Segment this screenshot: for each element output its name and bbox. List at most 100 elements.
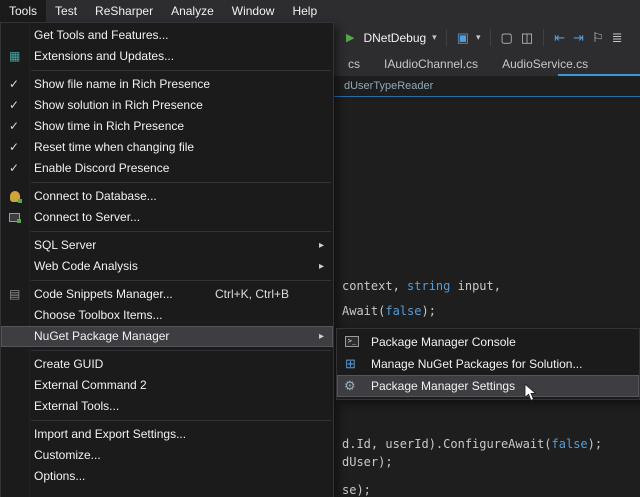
server-icon	[9, 213, 20, 222]
menu-item-label: Create GUID	[34, 357, 103, 371]
toolbar-separator	[543, 29, 544, 46]
menu-item-nuget-package-manager[interactable]: NuGet Package Manager ▸	[1, 326, 333, 347]
toolbar-separator	[446, 29, 447, 46]
menubar-item-window[interactable]: Window	[223, 0, 284, 22]
menu-item-label: Code Snippets Manager...	[34, 287, 173, 301]
menu-item-label: External Command 2	[34, 378, 147, 392]
menu-item-label: Package Manager Console	[371, 335, 516, 349]
menu-item-enable-discord-presence[interactable]: ✓ Enable Discord Presence	[1, 158, 333, 179]
menubar-item-help[interactable]: Help	[283, 0, 326, 22]
menu-item-create-guid[interactable]: Create GUID	[1, 354, 333, 375]
menubar-item-analyze[interactable]: Analyze	[162, 0, 223, 22]
menu-bar: Tools Test ReSharper Analyze Window Help	[0, 0, 640, 22]
menubar-item-tools[interactable]: Tools	[0, 0, 46, 22]
task-list-icon[interactable]: ≣	[612, 28, 623, 48]
code-keyword: false	[552, 437, 588, 451]
menu-item-label: Reset time when changing file	[34, 140, 194, 154]
menubar-item-resharper[interactable]: ReSharper	[86, 0, 162, 22]
menu-item-web-code-analysis[interactable]: Web Code Analysis ▸	[1, 256, 333, 277]
split-window-icon[interactable]: ◫	[521, 28, 533, 48]
menu-item-extensions-and-updates[interactable]: ▦ Extensions and Updates...	[1, 46, 333, 67]
chevron-down-icon[interactable]: ▾	[432, 32, 437, 43]
menu-item-label: Import and Export Settings...	[34, 427, 186, 441]
menu-item-label: NuGet Package Manager	[34, 329, 169, 343]
breadcrumb[interactable]: dUserTypeReader	[344, 76, 433, 96]
menu-item-label: SQL Server	[34, 238, 96, 252]
tab-iaudiochannel[interactable]: IAudioChannel.cs	[372, 53, 490, 76]
menu-separator	[31, 420, 331, 421]
menu-item-label: Show solution in Rich Presence	[34, 98, 203, 112]
nuget-submenu: >_ Package Manager Console ⊞ Manage NuGe…	[336, 328, 640, 400]
submenu-item-package-manager-settings[interactable]: ⚙ Package Manager Settings	[337, 375, 639, 397]
menu-item-external-command-2[interactable]: External Command 2	[1, 375, 333, 396]
submenu-item-manage-nuget-packages-for-solution[interactable]: ⊞ Manage NuGet Packages for Solution...	[337, 353, 639, 375]
menu-item-show-solution-in-rich-presence[interactable]: ✓ Show solution in Rich Presence	[1, 95, 333, 116]
menu-item-reset-time-when-changing-file[interactable]: ✓ Reset time when changing file	[1, 137, 333, 158]
snippets-icon: ▤	[9, 284, 20, 305]
console-icon: >_	[345, 336, 359, 347]
menu-item-label: Web Code Analysis	[34, 259, 138, 273]
extensions-icon: ▦	[9, 46, 20, 67]
menu-item-external-tools[interactable]: External Tools...	[1, 396, 333, 417]
chevron-down-icon[interactable]: ▾	[476, 32, 481, 43]
tab-partial[interactable]: cs	[336, 53, 372, 76]
indent-increase-icon[interactable]: ⇥	[573, 28, 584, 48]
code-text: Await(	[342, 304, 385, 318]
menubar-item-test[interactable]: Test	[46, 0, 86, 22]
code-text: );	[588, 437, 602, 451]
submenu-item-package-manager-console[interactable]: >_ Package Manager Console	[337, 331, 639, 353]
attach-icon[interactable]: ▣	[457, 28, 469, 48]
code-line: dUser);	[342, 455, 393, 469]
gear-icon: ⚙	[344, 375, 356, 397]
menu-item-choose-toolbox-items[interactable]: Choose Toolbox Items...	[1, 305, 333, 326]
code-text: d.Id, userId).ConfigureAwait(	[342, 437, 552, 451]
tools-menu: Get Tools and Features... ▦ Extensions a…	[0, 22, 334, 497]
code-line: Await(false);	[342, 304, 436, 318]
database-icon	[10, 191, 20, 202]
menu-item-show-time-in-rich-presence[interactable]: ✓ Show time in Rich Presence	[1, 116, 333, 137]
menu-item-connect-to-server[interactable]: Connect to Server...	[1, 207, 333, 228]
menu-item-label: Show file name in Rich Presence	[34, 77, 210, 91]
indent-decrease-icon[interactable]: ⇤	[554, 28, 565, 48]
menu-separator	[31, 70, 331, 71]
menu-item-label: Extensions and Updates...	[34, 49, 174, 63]
menu-item-sql-server[interactable]: SQL Server ▸	[1, 235, 333, 256]
menu-item-label: Choose Toolbox Items...	[34, 308, 163, 322]
check-icon: ✓	[9, 116, 19, 137]
menu-separator	[31, 350, 331, 351]
menu-item-label: Manage NuGet Packages for Solution...	[371, 357, 582, 371]
code-text: );	[421, 304, 435, 318]
packages-icon: ⊞	[345, 353, 356, 375]
bookmark-icon[interactable]: ⚐	[592, 28, 604, 48]
menu-item-options[interactable]: Options...	[1, 466, 333, 487]
tab-audioservice[interactable]: AudioService.cs	[490, 53, 600, 76]
menu-item-label: Package Manager Settings	[371, 379, 515, 393]
menu-item-show-file-name-in-rich-presence[interactable]: ✓ Show file name in Rich Presence	[1, 74, 333, 95]
menu-item-label: External Tools...	[34, 399, 119, 413]
menu-separator	[31, 231, 331, 232]
chevron-right-icon: ▸	[319, 326, 324, 347]
code-text: context,	[342, 279, 407, 293]
code-text: dUser);	[342, 455, 393, 469]
vs-window: Tools Test ReSharper Analyze Window Help…	[0, 0, 640, 497]
menu-item-import-and-export-settings[interactable]: Import and Export Settings...	[1, 424, 333, 445]
start-debug-icon[interactable]: ▶	[346, 28, 354, 48]
debug-target-label[interactable]: DNetDebug	[363, 31, 426, 45]
menu-item-label: Customize...	[34, 448, 101, 462]
code-text: input,	[450, 279, 501, 293]
menu-item-customize[interactable]: Customize...	[1, 445, 333, 466]
code-keyword: false	[385, 304, 421, 318]
code-text: se);	[342, 483, 371, 497]
menu-item-label: Show time in Rich Presence	[34, 119, 184, 133]
menu-item-connect-to-database[interactable]: Connect to Database...	[1, 186, 333, 207]
code-line: context, string input,	[342, 279, 501, 293]
toolbar-separator	[490, 29, 491, 46]
check-icon: ✓	[9, 158, 19, 179]
menu-item-get-tools-and-features[interactable]: Get Tools and Features...	[1, 25, 333, 46]
code-line: se);	[342, 483, 371, 497]
chevron-right-icon: ▸	[319, 235, 324, 256]
new-window-icon[interactable]: ▢	[501, 28, 513, 48]
mouse-cursor	[524, 383, 537, 407]
check-icon: ✓	[9, 95, 19, 116]
menu-item-code-snippets-manager[interactable]: ▤ Code Snippets Manager... Ctrl+K, Ctrl+…	[1, 284, 333, 305]
